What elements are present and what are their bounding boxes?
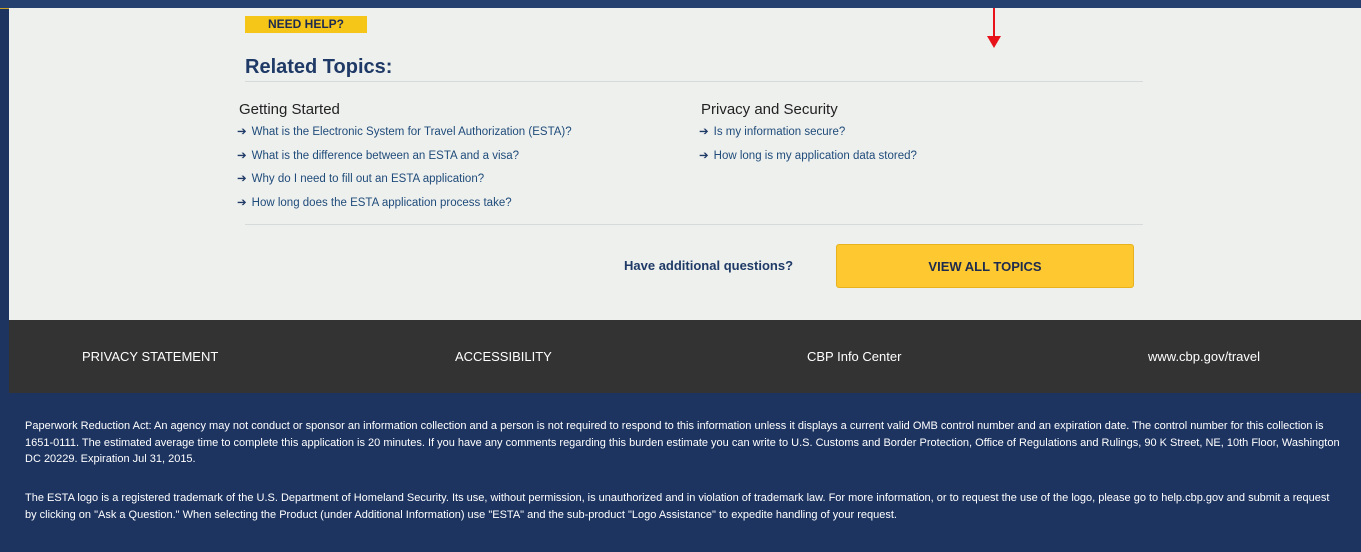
topic-column-heading: Getting Started (239, 101, 340, 118)
right-arrow-icon: ➔ (699, 126, 709, 138)
view-all-topics-button[interactable]: VIEW ALL TOPICS (836, 244, 1134, 288)
related-topics-title: Related Topics: (245, 56, 393, 78)
paperwork-reduction-notice: Paperwork Reduction Act: An agency may n… (25, 420, 1340, 465)
right-arrow-icon: ➔ (699, 149, 709, 162)
footer-nav: PRIVACY STATEMENT ACCESSIBILITY CBP Info… (9, 320, 1361, 393)
divider (245, 224, 1143, 225)
topic-link[interactable]: ➔ Why do I need to fill out an ESTA appli… (237, 172, 572, 196)
right-arrow-icon: ➔ (237, 149, 247, 162)
cbp-info-center-link[interactable]: CBP Info Center (807, 349, 901, 364)
trademark-notice: The ESTA logo is a registered trademark … (25, 492, 1330, 521)
divider (245, 81, 1143, 82)
right-arrow-icon: ➔ (237, 196, 247, 209)
help-section: NEED HELP? Related Topics: Getting Start… (9, 8, 1361, 320)
right-arrow-icon: ➔ (237, 126, 247, 138)
legal-notices: Paperwork Reduction Act: An agency may n… (9, 393, 1361, 552)
topic-link[interactable]: ➔ What is the difference between an ESTA … (237, 149, 572, 173)
cbp-travel-link[interactable]: www.cbp.gov/travel (1148, 349, 1260, 364)
topic-link[interactable]: ➔ Is my information secure? (699, 125, 917, 149)
topic-link[interactable]: ➔ What is the Electronic System for Trave… (237, 125, 572, 149)
topic-column-getting-started: Getting Started ➔ What is the Electronic … (237, 101, 572, 219)
need-help-badge: NEED HELP? (245, 16, 367, 33)
privacy-statement-link[interactable]: PRIVACY STATEMENT (82, 349, 218, 364)
topic-link[interactable]: ➔ How long is my application data stored? (699, 149, 917, 173)
right-arrow-icon: ➔ (237, 173, 247, 185)
topic-link[interactable]: ➔ How long does the ESTA application proc… (237, 196, 572, 220)
topic-column-privacy-security: Privacy and Security ➔ Is my information … (699, 101, 917, 172)
accessibility-link[interactable]: ACCESSIBILITY (455, 349, 552, 364)
additional-questions-label: Have additional questions? (624, 258, 794, 273)
topic-column-heading: Privacy and Security (701, 101, 838, 118)
red-down-arrow-icon (987, 8, 1001, 48)
